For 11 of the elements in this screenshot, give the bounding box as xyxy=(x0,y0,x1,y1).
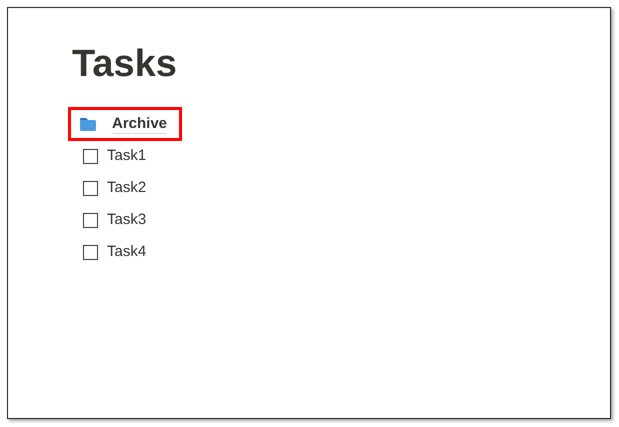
checkbox[interactable] xyxy=(83,180,98,196)
checkbox[interactable] xyxy=(83,244,98,260)
task-label: Task4 xyxy=(107,242,146,262)
task-label: Task2 xyxy=(107,178,146,198)
checkbox[interactable] xyxy=(83,148,98,164)
checkbox[interactable] xyxy=(83,212,98,228)
page-link[interactable]: Archive xyxy=(112,114,168,134)
page-title: Tasks xyxy=(72,42,178,86)
task-label: Task1 xyxy=(107,146,146,166)
task-label: Task3 xyxy=(107,210,146,230)
folder-icon xyxy=(80,118,96,130)
